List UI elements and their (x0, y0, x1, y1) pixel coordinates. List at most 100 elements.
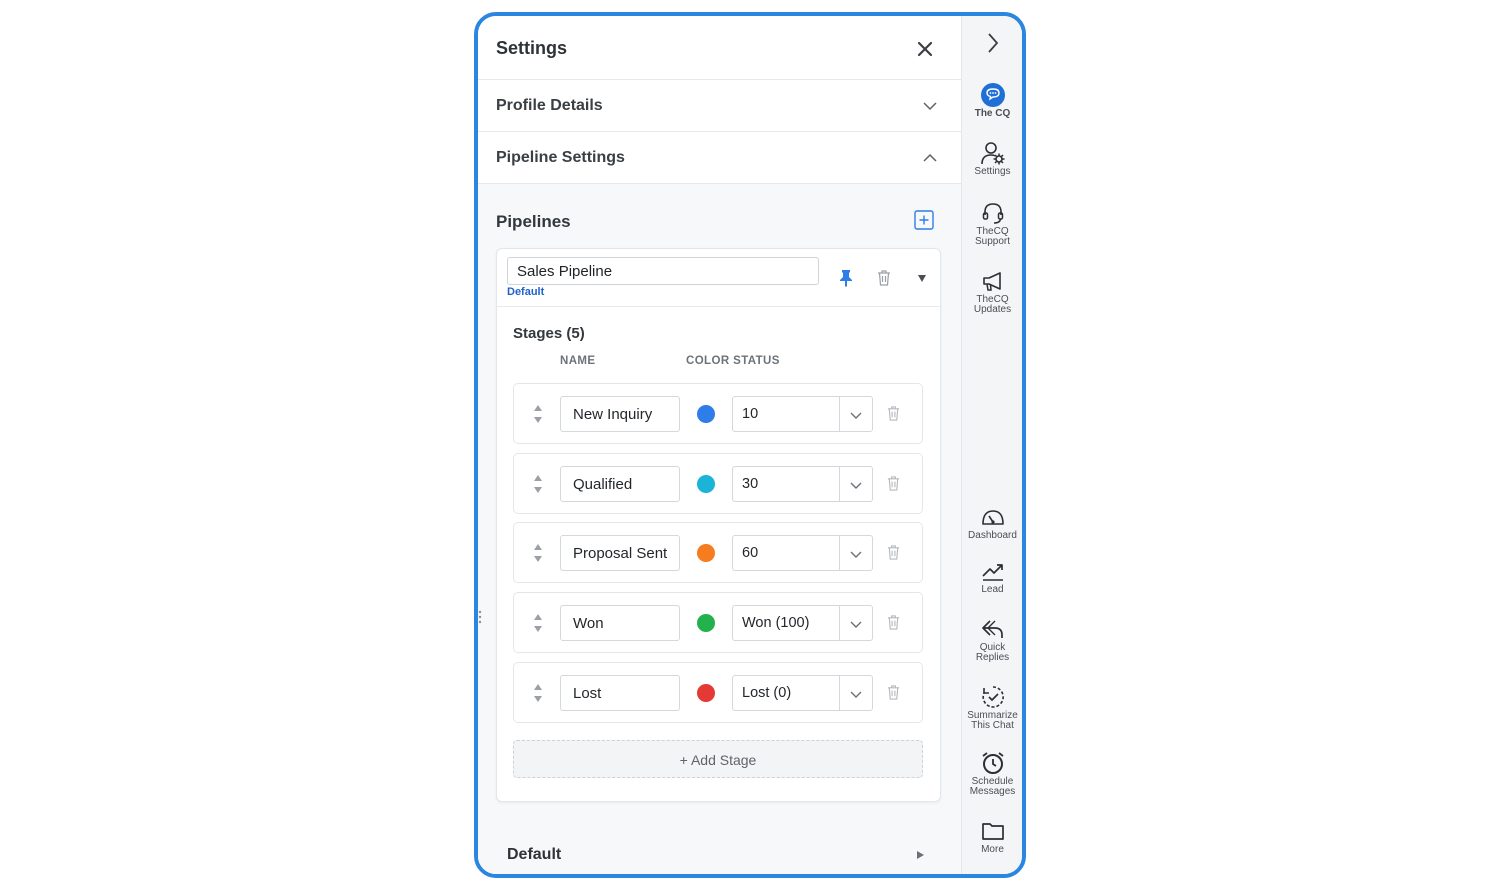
select-divider (839, 676, 840, 710)
resize-handle-icon[interactable] (478, 610, 482, 624)
pipeline-settings-body: Pipelines Sales Pipeline Default Stages … (478, 184, 961, 874)
chevron-down-icon (850, 691, 862, 698)
stage-status-value: 30 (742, 476, 759, 492)
stage-name-input[interactable]: Lost (560, 675, 680, 711)
caret-down-icon[interactable] (917, 273, 927, 283)
trash-icon[interactable] (886, 405, 901, 422)
stage-color-swatch[interactable] (697, 684, 715, 702)
stage-name-input[interactable]: Proposal Sent (560, 535, 680, 571)
chevron-right-icon[interactable] (986, 32, 1000, 54)
accordion-pipeline-settings[interactable]: Pipeline Settings (478, 132, 961, 184)
megaphone-icon (982, 272, 1001, 291)
chevron-down-icon (850, 412, 862, 419)
chevron-down-icon (850, 482, 862, 489)
chevron-up-icon (923, 153, 937, 162)
alarm-clock-icon (981, 752, 1004, 774)
add-stage-button[interactable]: + Add Stage (513, 740, 923, 778)
headset-icon (982, 203, 1003, 224)
rail-item-settings[interactable]: Settings (962, 140, 1022, 177)
rail-label: Dashboard (968, 530, 1017, 541)
rail-label-second-line: This Chat (971, 720, 1014, 731)
accordion-profile-details[interactable]: Profile Details (478, 80, 961, 132)
rail-label-second-line: Replies (975, 652, 1010, 663)
column-header-color-status: COLOR STATUS (686, 355, 780, 367)
default-badge: Default (507, 286, 545, 298)
user-gear-icon (980, 142, 1004, 165)
rail-item-quick-replies[interactable]: Quick Replies (962, 616, 1022, 663)
trash-icon[interactable] (886, 544, 901, 561)
right-toolbar: The CQ Settings TheCQ Support TheCQ Upda… (961, 16, 1022, 874)
pipeline-card-header: Sales Pipeline Default (497, 249, 940, 307)
rail-item-thecq-updates[interactable]: TheCQ Updates (962, 268, 1022, 315)
stage-row: Lost Lost (0) (513, 662, 923, 723)
rail-item-schedule-messages[interactable]: Schedule Messages (962, 750, 1022, 797)
accordion-pipeline-label: Pipeline Settings (496, 149, 625, 166)
sort-handle-icon[interactable] (532, 472, 544, 496)
dashboard-gauge-icon (981, 510, 1004, 525)
sort-handle-icon[interactable] (532, 541, 544, 565)
stage-status-select[interactable]: 60 (732, 535, 873, 571)
rail-item-dashboard[interactable]: Dashboard (962, 504, 1022, 541)
stage-color-swatch[interactable] (697, 405, 715, 423)
rail-label: The CQ (974, 108, 1011, 119)
rail-label-second-line: Support (974, 236, 1011, 247)
summarize-icon (981, 686, 1004, 708)
accordion-profile-label: Profile Details (496, 97, 603, 114)
select-divider (839, 536, 840, 570)
rail-item-summarize-this-chat[interactable]: Summarize This Chat (962, 684, 1022, 731)
select-divider (839, 397, 840, 431)
stage-status-value: 10 (742, 406, 759, 422)
chevron-down-icon (923, 102, 937, 111)
stage-row: New Inquiry 10 (513, 383, 923, 444)
chevron-down-icon (850, 551, 862, 558)
chevron-down-icon (850, 621, 862, 628)
stage-status-select[interactable]: 10 (732, 396, 873, 432)
stage-status-select[interactable]: Won (100) (732, 605, 873, 641)
stage-status-value: Lost (0) (742, 685, 792, 701)
sort-handle-icon[interactable] (532, 681, 544, 705)
rail-label-second-line: Updates (973, 304, 1012, 315)
sort-handle-icon[interactable] (532, 611, 544, 635)
rail-item-more[interactable]: More (962, 818, 1022, 855)
settings-header: Settings (478, 16, 961, 80)
rail-label: Settings (974, 166, 1011, 177)
trash-icon[interactable] (886, 475, 901, 492)
stages-title: Stages (5) (513, 325, 585, 342)
sort-handle-icon[interactable] (532, 402, 544, 426)
stage-name-input[interactable]: Won (560, 605, 680, 641)
trend-chart-icon (981, 564, 1003, 581)
pipeline-row-default-label: Default (507, 846, 562, 863)
stage-status-value: Won (100) (742, 615, 810, 631)
caret-right-icon (917, 851, 924, 859)
pipeline-card: Sales Pipeline Default Stages (5) NAME C… (496, 248, 941, 802)
folder-icon (981, 823, 1004, 840)
pipeline-row-default[interactable]: Default (496, 824, 941, 874)
rail-item-thecq-support[interactable]: TheCQ Support (962, 200, 1022, 247)
stage-color-swatch[interactable] (697, 614, 715, 632)
stage-color-swatch[interactable] (697, 475, 715, 493)
reply-icon (981, 620, 1003, 638)
extension-window: Settings Profile Details Pipeline Settin… (474, 12, 1026, 878)
stage-row: Won Won (100) (513, 592, 923, 653)
settings-panel: Settings Profile Details Pipeline Settin… (478, 16, 961, 874)
trash-icon[interactable] (886, 614, 901, 631)
rail-label: Lead (981, 584, 1004, 595)
stage-status-select[interactable]: 30 (732, 466, 873, 502)
stage-status-select[interactable]: Lost (0) (732, 675, 873, 711)
trash-icon[interactable] (876, 269, 892, 287)
stage-color-swatch[interactable] (697, 544, 715, 562)
rail-item-the-cq[interactable]: The CQ (962, 82, 1022, 119)
settings-title: Settings (496, 38, 568, 58)
stage-name-input[interactable]: New Inquiry (560, 396, 680, 432)
thecq-chat-icon (980, 83, 1005, 107)
close-icon[interactable] (914, 38, 936, 60)
pin-icon[interactable] (838, 269, 854, 287)
stage-name-input[interactable]: Qualified (560, 466, 680, 502)
pipelines-title: Pipelines (496, 212, 571, 231)
trash-icon[interactable] (886, 684, 901, 701)
pipeline-name-input[interactable]: Sales Pipeline (507, 257, 819, 285)
select-divider (839, 467, 840, 501)
rail-label-second-line: Messages (969, 786, 1016, 797)
rail-item-lead[interactable]: Lead (962, 558, 1022, 595)
add-pipeline-icon[interactable] (914, 210, 934, 230)
